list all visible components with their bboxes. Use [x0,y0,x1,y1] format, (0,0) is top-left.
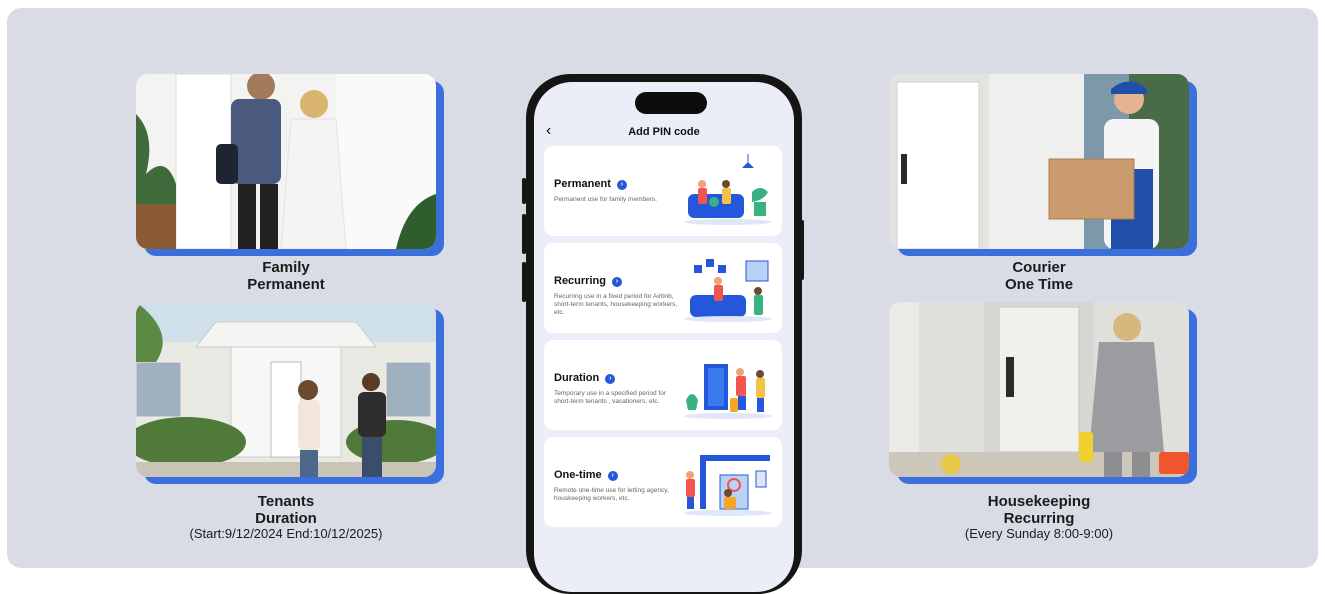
info-icon[interactable]: › [616,180,627,190]
option-recurring[interactable]: Recurring › Recurring use in a fixed peri… [544,243,782,333]
option-permanent[interactable]: Permanent › Permanent use for family memb… [544,146,782,236]
housekeeping-detail: (Every Sunday 8:00-9:00) [964,526,1114,541]
option-title: Recurring › [554,275,622,287]
option-title: Permanent › [554,178,627,190]
housekeeping-title: Housekeeping [987,493,1091,510]
info-icon[interactable]: › [611,277,622,287]
option-title: One-time › [554,469,618,481]
dynamic-island [635,92,707,114]
courier-subtitle: One Time [1004,276,1074,293]
option-description: Temporary use in a specified period for … [554,390,667,405]
info-icon[interactable]: › [605,374,616,384]
plumber-illustration-icon [684,455,772,516]
page-title: Add PIN code [628,126,700,138]
family-photo-card [136,74,444,256]
living-room-illustration-icon [684,259,772,322]
family-illustration-icon [684,154,772,225]
option-one-time[interactable]: One-time › Remote one-time use for lettin… [544,437,782,527]
family-title: Family [262,259,310,276]
housekeeping-photo-card [889,302,1197,484]
family-subtitle: Permanent [247,276,325,293]
courier-photo [889,74,1189,249]
phone-screen: ‹ Add PIN code Permanent › Permanent use … [534,82,794,592]
housekeeping-caption: Housekeeping Recurring (Every Sunday 8:0… [879,493,1199,541]
housekeeping-photo [889,302,1189,477]
family-caption: Family Permanent [126,259,446,293]
info-icon[interactable]: › [607,471,618,481]
option-description: Remote one-time use for letting agency, … [554,487,669,502]
tenants-photo [136,302,436,477]
courier-photo-card [889,74,1197,256]
option-description: Recurring use in a fixed period for Airb… [554,293,678,316]
tenants-detail: (Start:9/12/2024 End:10/12/2025) [189,526,383,541]
option-description: Permanent use for family members. [554,196,657,203]
family-photo [136,74,436,249]
tenants-title: Tenants [257,493,315,510]
tenants-caption: Tenants Duration (Start:9/12/2024 End:10… [126,493,446,541]
phone-mockup: ‹ Add PIN code Permanent › Permanent use … [526,74,802,594]
courier-caption: Courier One Time [879,259,1199,293]
housekeeping-subtitle: Recurring [1003,510,1075,527]
tenants-photo-card [136,302,444,484]
option-title: Duration › [554,372,616,384]
travel-illustration-icon [684,364,772,419]
tenants-subtitle: Duration [255,510,317,527]
option-duration[interactable]: Duration › Temporary use in a specified p… [544,340,782,430]
courier-title: Courier [1012,259,1066,276]
